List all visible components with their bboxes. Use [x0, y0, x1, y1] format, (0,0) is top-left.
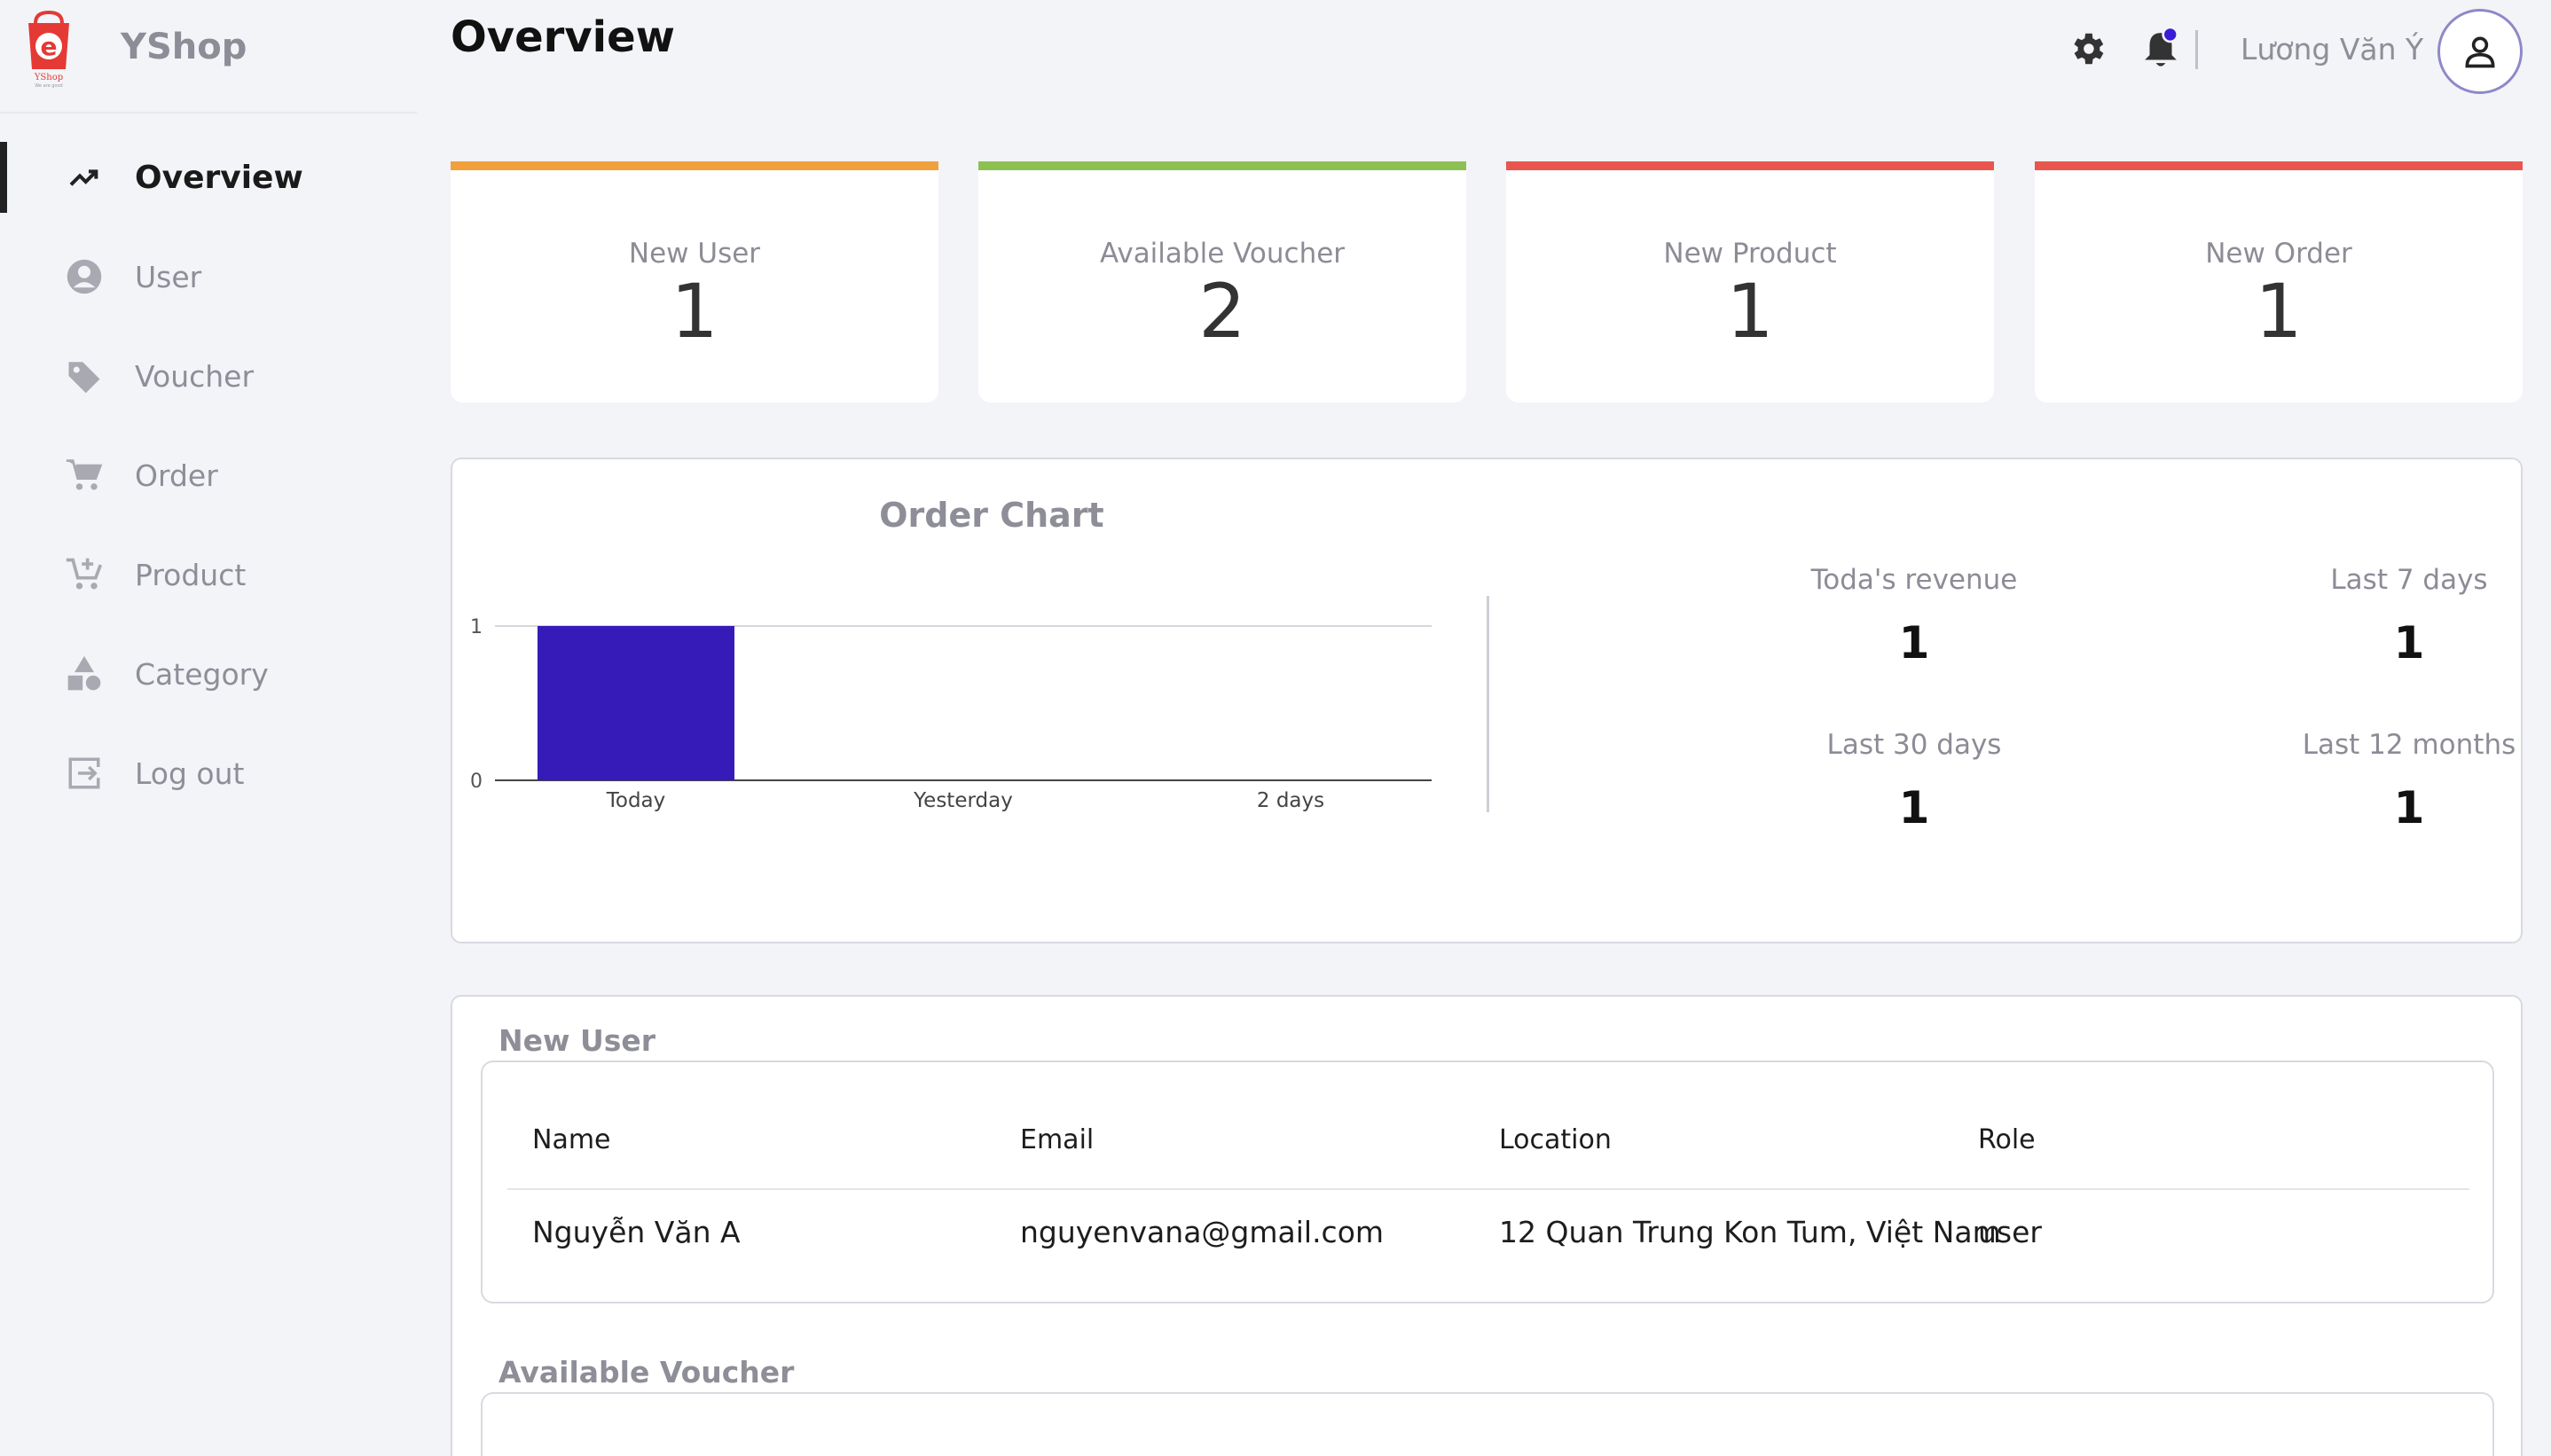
- notification-dot: [2162, 27, 2179, 43]
- available-voucher-table: [481, 1392, 2494, 1456]
- summary-value: 1: [2393, 617, 2425, 669]
- shop-logo-icon[interactable]: e YShop We are good: [23, 11, 75, 89]
- y-tick-label: 0: [470, 771, 483, 793]
- sidebar-item-logout[interactable]: Log out: [0, 738, 417, 809]
- chart-divider: [1487, 596, 1489, 812]
- stat-label: Available Voucher: [1099, 238, 1346, 270]
- sidebar-item-label: Order: [135, 458, 218, 493]
- avatar[interactable]: [2437, 9, 2523, 94]
- svg-text:We are good: We are good: [35, 83, 62, 89]
- summary-label: Last 7 days: [2330, 564, 2488, 596]
- cell-role: user: [1978, 1215, 2042, 1249]
- stat-value: 1: [2255, 268, 2303, 355]
- chart-bar-today: [538, 626, 734, 780]
- sidebar-item-label: Product: [135, 557, 247, 592]
- cell-location: 12 Quan Trung Kon Tum, Việt Nam: [1499, 1215, 2001, 1249]
- gear-icon[interactable]: [2067, 28, 2108, 69]
- sidebar-item-user[interactable]: User: [0, 241, 417, 312]
- sidebar-item-label: Category: [135, 656, 269, 692]
- sidebar-item-category[interactable]: Category: [0, 638, 417, 709]
- x-tick-label: Today: [606, 789, 666, 812]
- sidebar-item-order[interactable]: Order: [0, 440, 417, 511]
- user-circle-icon: [64, 256, 105, 297]
- logout-icon: [64, 753, 105, 794]
- summary-value: 1: [1898, 782, 1930, 834]
- cell-email: nguyenvana@gmail.com: [1020, 1215, 1385, 1249]
- column-header-email: Email: [1020, 1124, 1095, 1155]
- page-title: Overview: [451, 12, 675, 62]
- column-header-role: Role: [1978, 1124, 2036, 1155]
- summary-label: Toda's revenue: [1810, 564, 2018, 596]
- tag-icon: [64, 356, 105, 396]
- stat-label: New Order: [2205, 238, 2352, 270]
- stat-card-new-order[interactable]: New Order 1: [2035, 161, 2523, 403]
- brand-name: YShop: [121, 27, 247, 67]
- column-header-name: Name: [532, 1124, 611, 1155]
- shapes-icon: [64, 654, 105, 694]
- username[interactable]: Lương Văn Ý: [2241, 32, 2423, 67]
- cell-name: Nguyễn Văn A: [532, 1215, 741, 1249]
- stat-label: New Product: [1663, 238, 1837, 270]
- cart-icon: [64, 455, 105, 496]
- stat-card-available-voucher[interactable]: Available Voucher 2: [978, 161, 1466, 403]
- sidebar: e YShop We are good YShop Overview User …: [0, 0, 417, 1456]
- stat-value: 1: [1726, 268, 1774, 355]
- sidebar-item-voucher[interactable]: Voucher: [0, 341, 417, 411]
- svg-text:e: e: [41, 32, 58, 61]
- y-tick-label: 1: [470, 616, 483, 638]
- stat-value: 1: [671, 268, 718, 355]
- summary-value: 1: [1898, 617, 1930, 669]
- brand: e YShop We are good YShop: [0, 0, 417, 114]
- stat-value: 2: [1198, 268, 1246, 355]
- sidebar-item-label: Log out: [135, 755, 245, 791]
- chart-title: Order Chart: [879, 496, 1103, 535]
- sidebar-item-overview[interactable]: Overview: [0, 142, 417, 213]
- sidebar-item-label: Voucher: [135, 358, 255, 394]
- new-user-title: New User: [498, 1023, 656, 1058]
- summary-label: Last 30 days: [1826, 729, 2002, 761]
- available-voucher-title: Available Voucher: [498, 1355, 795, 1389]
- header-row-divider: [507, 1188, 2469, 1190]
- tables-panel: New User Name Email Location Role Nguyễn…: [451, 995, 2523, 1456]
- sidebar-nav: Overview User Voucher Order Product Cate…: [0, 142, 417, 837]
- user-icon: [2465, 36, 2495, 68]
- header-divider: [2195, 30, 2198, 69]
- column-header-location: Location: [1499, 1124, 1612, 1155]
- trending-up-icon: [64, 157, 105, 198]
- sidebar-item-product[interactable]: Product: [0, 539, 417, 610]
- summary-value: 1: [2393, 782, 2425, 834]
- svg-text:YShop: YShop: [34, 73, 63, 82]
- order-chart-panel: Order Chart 0 1 Today Yesterday 2 days Toda'…: [451, 458, 2523, 943]
- x-tick-label: Yesterday: [913, 789, 1013, 812]
- stat-card-new-user[interactable]: New User 1: [451, 161, 938, 403]
- x-tick-label: 2 days: [1257, 789, 1324, 812]
- bell-icon[interactable]: [2141, 27, 2180, 71]
- sidebar-item-label: User: [135, 259, 202, 294]
- sidebar-item-label: Overview: [135, 159, 303, 196]
- stat-card-new-product[interactable]: New Product 1: [1506, 161, 1994, 403]
- new-user-table: Name Email Location Role Nguyễn Văn A ng…: [481, 1061, 2494, 1303]
- stat-label: New User: [628, 238, 761, 270]
- summary-label: Last 12 months: [2302, 729, 2516, 761]
- order-chart: Order Chart 0 1 Today Yesterday 2 days: [470, 496, 1432, 812]
- cart-plus-icon: [64, 554, 105, 595]
